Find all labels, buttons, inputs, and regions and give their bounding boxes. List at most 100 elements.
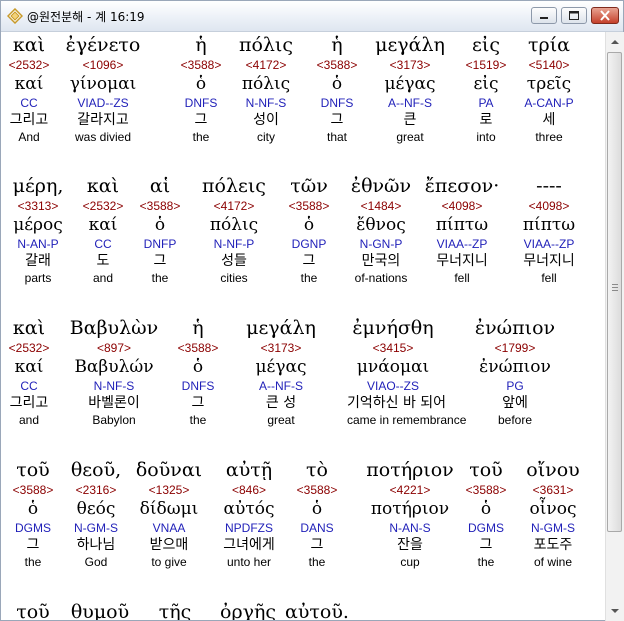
maximize-button[interactable] <box>561 7 587 24</box>
word-english: fell <box>454 271 470 285</box>
word-greek: ἐνώπιον <box>474 317 556 339</box>
word-greek: ἔπεσον· <box>424 175 500 197</box>
word-column[interactable]: ἐνώπιον <1799> ἐνώπιον PG 앞에 before <box>469 316 561 428</box>
word-korean: 기억하신 바 되어 <box>347 395 447 411</box>
word-lemma: καί <box>14 357 44 377</box>
word-column[interactable]: καὶ <2532> καί CC 그리고 and <box>5 316 75 428</box>
word-korean: 그 <box>310 537 324 553</box>
word-column[interactable]: ἐμνήσθη <3415> μνάομαι VIAO--ZS 기억하신 바 되어 cam… <box>347 316 467 428</box>
word-lemma: δίδωμι <box>139 499 199 519</box>
word-english: before <box>497 413 533 427</box>
word-column[interactable]: τὸ <3588> ὁ DANS 그 the <box>271 458 363 570</box>
word-lemma: ὁ <box>192 357 204 377</box>
word-num: <1799> <box>494 341 536 355</box>
word-korean: 그리고 <box>9 395 49 411</box>
word-lemma: ἐνώπιον <box>479 357 551 377</box>
word-english: and <box>18 413 40 427</box>
word-lemma: τρεῖς <box>526 74 572 94</box>
word-korean: 만국의 <box>361 253 401 269</box>
word-column[interactable]: ἐθνῶν <1484> ἔθνος N-GN-P 만국의 of-nations <box>335 174 427 286</box>
word-korean: 세 <box>542 112 556 128</box>
word-greek: αὐτοῦ. <box>285 601 349 620</box>
interlinear-content: καὶ <2532> καί CC 그리고 And ἐγένετο <1096> γίνομαι… <box>5 33 605 620</box>
interlinear-window: @원전분해 - 계 16:19 καὶ <2532> καί CC 그리고 And ἐγέν… <box>0 0 624 621</box>
close-button[interactable] <box>591 7 619 24</box>
word-greek: ---- <box>536 175 562 197</box>
word-parse: DNFS <box>181 379 215 393</box>
word-parse: N-NF-S <box>93 379 135 393</box>
word-greek: Βαβυλὼν <box>69 317 159 339</box>
word-num: <1325> <box>148 483 190 497</box>
word-num: <2532> <box>8 341 50 355</box>
word-english: to give <box>151 555 187 569</box>
word-parse: VIAA--ZP <box>436 237 488 251</box>
word-greek: δοῦναι <box>135 459 203 481</box>
window-title: @원전분해 - 계 16:19 <box>27 10 145 24</box>
word-lemma: οἶνος <box>529 499 577 519</box>
word-lemma: πίπτω <box>435 215 489 235</box>
word-parse: N-GM-S <box>531 521 575 535</box>
word-column[interactable]: τρία <5140> τρεῖς A-CAN-P 세 three <box>503 33 595 145</box>
word-num: <5140> <box>528 58 570 72</box>
word-korean: 앞에 <box>502 395 528 411</box>
word-greek: ἐμνήσθη <box>352 317 434 339</box>
word-column[interactable]: οἴνου <3631> οἶνος N-GM-S 포도주 of wine <box>507 458 599 570</box>
word-greek: ἐγένετο <box>65 34 141 56</box>
word-lemma: μέγας <box>255 357 307 377</box>
minimize-button[interactable] <box>531 7 557 24</box>
word-num: <4098> <box>441 199 483 213</box>
word-korean: 무너지니 <box>523 253 575 269</box>
word-num: <1484> <box>360 199 402 213</box>
word-column[interactable]: ἔπεσον· <4098> πίπτω VIAA--ZP 무너지니 fell <box>416 174 508 286</box>
word-parse: A-CAN-P <box>524 96 574 110</box>
word-parse: PG <box>506 379 524 393</box>
word-english: Babylon <box>92 413 136 427</box>
word-parse: VIAD--ZS <box>77 96 129 110</box>
word-parse: VNAA <box>152 521 186 535</box>
word-korean: 포도주 <box>533 537 573 553</box>
title-bar[interactable]: @원전분해 - 계 16:19 <box>1 1 623 32</box>
word-greek: ἐθνῶν <box>350 175 412 197</box>
word-english: fell <box>541 271 557 285</box>
word-num: <897> <box>96 341 132 355</box>
word-lemma: Βαβυλών <box>74 357 154 377</box>
word-num: <3415> <box>372 341 414 355</box>
word-english: was divied <box>74 130 132 144</box>
word-lemma: γίνομαι <box>69 74 137 94</box>
word-greek: καὶ <box>12 317 46 339</box>
word-korean: 무너지니 <box>436 253 488 269</box>
word-lemma: ὁ <box>311 499 323 519</box>
word-korean: 받으매 <box>149 537 189 553</box>
word-english: three <box>535 130 563 144</box>
word-column[interactable]: Βαβυλὼν <897> Βαβυλών N-NF-S 바벨론이 Babylon <box>68 316 160 428</box>
word-lemma: μνάομαι <box>356 357 430 377</box>
word-num: <4098> <box>528 199 570 213</box>
word-lemma: ἔθνος <box>356 215 406 235</box>
word-column[interactable]: μεγάλη <3173> μέγας A--NF-S 큰 성 great <box>235 316 327 428</box>
scrollbar-thumb[interactable] <box>607 52 622 532</box>
minimize-icon <box>540 17 548 19</box>
word-column[interactable]: ---- <4098> πίπτω VIAA--ZP 무너지니 fell <box>503 174 595 286</box>
word-greek: ἡ <box>192 317 204 339</box>
scroll-up-icon[interactable] <box>607 34 623 50</box>
close-icon <box>600 10 610 21</box>
word-column[interactable]: αὐτοῦ. <box>271 600 363 620</box>
vertical-scrollbar[interactable] <box>605 32 624 621</box>
word-num: <1096> <box>82 58 124 72</box>
word-column[interactable]: ἐγένετο <1096> γίνομαι VIAD--ZS 갈라지고 was divi… <box>57 33 149 145</box>
word-korean: 갈라지고 <box>77 112 129 128</box>
word-num: <3588> <box>177 341 219 355</box>
app-diamond-icon <box>7 8 23 24</box>
word-column[interactable]: δοῦναι <1325> δίδωμι VNAA 받으매 to give <box>123 458 215 570</box>
word-english: came in remembrance <box>347 413 467 427</box>
word-parse: CC <box>20 379 38 393</box>
word-num: <3631> <box>532 483 574 497</box>
word-column[interactable]: ἡ <3588> ὁ DNFS 그 the <box>152 316 244 428</box>
word-greek: τὸ <box>306 459 328 481</box>
word-korean: 큰 성 <box>265 395 297 411</box>
word-greek: τρία <box>528 34 570 56</box>
scroll-down-icon[interactable] <box>607 603 623 619</box>
word-english: of-nations <box>354 271 408 285</box>
word-lemma: πίπτω <box>522 215 576 235</box>
word-num: <3173> <box>260 341 302 355</box>
